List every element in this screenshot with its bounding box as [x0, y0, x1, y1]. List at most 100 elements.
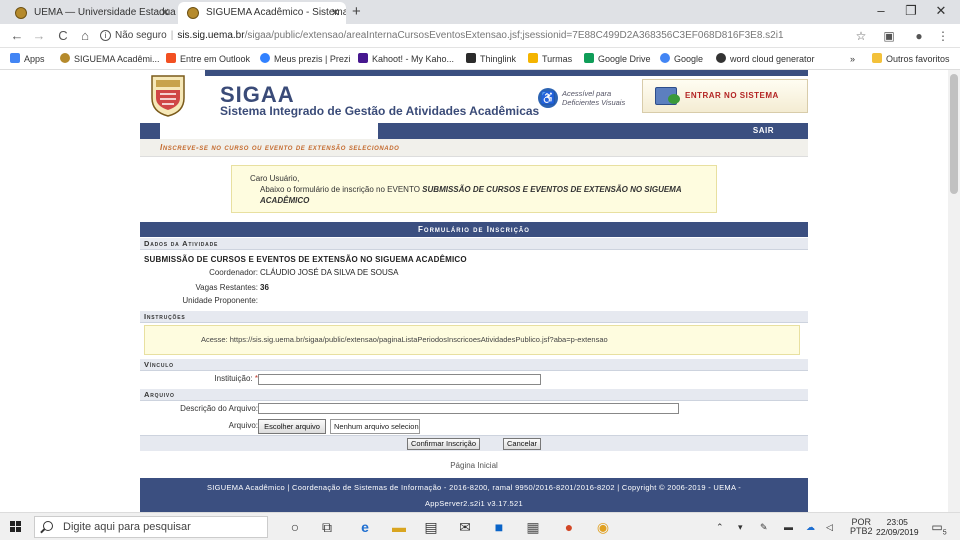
- choose-file-button[interactable]: Escolher arquivo: [258, 419, 326, 434]
- info-icon[interactable]: i: [100, 30, 111, 41]
- battery-icon[interactable]: ▬: [784, 523, 793, 532]
- tab-siguema[interactable]: SIGUEMA Acadêmico - Sistema In ✕: [178, 2, 346, 24]
- siguema-favicon-icon: [187, 7, 199, 19]
- clock[interactable]: 23:05 22/09/2019: [876, 517, 919, 537]
- section-file: Arquivo: [140, 389, 808, 401]
- bookmark-kahoot[interactable]: Kahoot! - My Kaho...: [358, 52, 454, 66]
- form-actions: Confirmar Inscrição Cancelar: [140, 435, 808, 451]
- bookmark-thinglink[interactable]: Thinglink: [466, 52, 516, 66]
- bookmark-google-drive[interactable]: Google Drive: [584, 52, 651, 66]
- task-view-icon[interactable]: ⧉: [318, 518, 336, 536]
- tray-chevron-icon[interactable]: ⌃: [716, 523, 724, 532]
- remote-icon[interactable]: ▦: [524, 518, 542, 536]
- home-link[interactable]: Página Inicial: [140, 461, 808, 470]
- store-icon[interactable]: ▤: [422, 518, 440, 536]
- network-icon[interactable]: ▾: [738, 523, 743, 532]
- prezi-icon: [260, 53, 270, 63]
- section-link: Vínculo: [140, 359, 808, 371]
- maximize-button[interactable]: ❐: [896, 0, 926, 24]
- scrollbar[interactable]: [948, 70, 960, 512]
- cancel-button[interactable]: Cancelar: [503, 438, 542, 450]
- vacancies-label: Vagas Restantes:: [195, 283, 258, 292]
- uema-favicon-icon: [15, 7, 27, 19]
- page-viewport: SIGAA Sistema Integrado de Gestão de Ati…: [0, 70, 960, 512]
- edge-icon[interactable]: e: [356, 518, 374, 536]
- bookmarks-bar: Apps SIGUEMA Acadêmi... Entre em Outlook…: [0, 48, 960, 70]
- bookmarks-overflow[interactable]: »: [850, 52, 855, 66]
- sigaa-page: SIGAA Sistema Integrado de Gestão de Ati…: [140, 70, 808, 512]
- institution-input[interactable]: [258, 374, 541, 385]
- coordinator-label: Coordenador:: [209, 268, 258, 277]
- section-activity: Dados da Atividade: [140, 238, 808, 250]
- login-icon: [655, 87, 680, 105]
- volume-icon[interactable]: ◁: [826, 523, 833, 532]
- tab-title: UEMA — Universidade Estadual d: [34, 7, 176, 18]
- reload-button[interactable]: C: [54, 27, 72, 45]
- url-path: /sigaa/public/extensao/areaInternaCursos…: [244, 30, 784, 41]
- footer-line-2: AppServer2.s2i1 v3.17.521: [425, 499, 523, 508]
- unit-row: Unidade Proponente:: [140, 294, 808, 308]
- vacancies-row: Vagas Restantes: 36: [140, 281, 808, 295]
- clock-time: 23:05: [886, 517, 908, 527]
- site-header: SIGAA Sistema Integrado de Gestão de Ati…: [140, 70, 808, 123]
- address-bar-row: ← → C ⌂ i Não seguro | sis.sig.uema.br/siga…: [0, 24, 960, 48]
- extension-icon[interactable]: ▣: [880, 27, 898, 45]
- cortana-icon[interactable]: ○: [286, 518, 304, 536]
- drive-icon: [584, 53, 594, 63]
- file-description-input[interactable]: [258, 403, 679, 414]
- classroom-icon: [528, 53, 538, 63]
- tab-uema[interactable]: UEMA — Universidade Estadual d ✕: [6, 2, 176, 24]
- scrollbar-thumb[interactable]: [950, 74, 958, 194]
- chrome-icon[interactable]: ◉: [594, 518, 612, 536]
- login-label: ENTRAR NO SISTEMA: [685, 91, 779, 100]
- security-label: Não seguro: [115, 30, 167, 41]
- coordinator-value: CLÁUDIO JOSÉ DA SILVA DE SOUSA: [260, 268, 399, 277]
- bookmark-turmas[interactable]: Turmas: [528, 52, 572, 66]
- bookmark-siguema[interactable]: SIGUEMA Acadêmi...: [60, 52, 160, 66]
- url-host: sis.sig.uema.br: [177, 30, 245, 41]
- new-tab-button[interactable]: +: [352, 2, 361, 22]
- powerpoint-icon[interactable]: ●: [560, 518, 578, 536]
- profile-icon[interactable]: ●: [910, 27, 928, 45]
- input-language[interactable]: POR PTB2: [850, 518, 873, 536]
- pen-icon[interactable]: ✎: [760, 523, 768, 532]
- mail-icon[interactable]: ✉: [456, 518, 474, 536]
- explorer-icon[interactable]: ▬: [390, 518, 408, 536]
- coordinator-row: Coordenador: CLÁUDIO JOSÉ DA SILVA DE SO…: [140, 266, 808, 280]
- bookmark-prezi[interactable]: Meus prezis | Prezi: [260, 52, 350, 66]
- kahoot-icon: [358, 53, 368, 63]
- section-instructions: Instruções: [140, 311, 808, 323]
- close-icon[interactable]: ✕: [161, 2, 170, 24]
- onedrive-icon[interactable]: ☁: [806, 523, 815, 532]
- confirm-button[interactable]: Confirmar Inscrição: [407, 438, 481, 450]
- login-button[interactable]: ENTRAR NO SISTEMA: [642, 79, 808, 113]
- taskbar-search-input[interactable]: Digite aqui para pesquisar: [34, 516, 268, 538]
- menu-icon[interactable]: ⋮: [934, 27, 952, 45]
- notification-icon[interactable]: ▭5: [930, 518, 948, 536]
- tab-title: SIGUEMA Acadêmico - Sistema In: [206, 7, 346, 18]
- logout-link[interactable]: SAIR: [753, 123, 774, 139]
- close-window-button[interactable]: ✕: [926, 0, 956, 24]
- close-icon[interactable]: ✕: [331, 2, 340, 24]
- bookmark-outlook[interactable]: Entre em Outlook: [166, 52, 250, 66]
- url-field[interactable]: i Não seguro | sis.sig.uema.br/sigaa/public…: [100, 27, 840, 45]
- minimize-button[interactable]: –: [866, 0, 896, 24]
- site-footer: SIGUEMA Acadêmico | Coordenação de Siste…: [140, 478, 808, 512]
- bookmark-apps[interactable]: Apps: [10, 52, 45, 66]
- uema-crest-logo: [151, 75, 185, 117]
- brand-subtitle: Sistema Integrado de Gestão de Atividade…: [220, 104, 540, 118]
- back-button[interactable]: ←: [8, 27, 26, 45]
- bookmark-word-cloud[interactable]: word cloud generator: [716, 52, 815, 66]
- activity-title: SUBMISSÃO DE CURSOS E EVENTOS DE EXTENSÃ…: [144, 255, 467, 264]
- bookmark-google[interactable]: Google: [660, 52, 703, 66]
- outlook-icon[interactable]: ■: [490, 518, 508, 536]
- clock-date: 22/09/2019: [876, 527, 919, 537]
- header-top-strip: [205, 70, 808, 76]
- home-button[interactable]: ⌂: [76, 27, 94, 45]
- accessibility-link[interactable]: ♿ Acessível para Deficientes Visuais: [538, 88, 646, 110]
- windows-start-icon[interactable]: [10, 521, 22, 533]
- forward-button[interactable]: →: [30, 27, 48, 45]
- bookmark-other-favorites[interactable]: Outros favoritos: [872, 52, 950, 66]
- breadcrumb-text: Inscreve-se no curso ou evento de extens…: [160, 143, 400, 152]
- bookmark-star-icon[interactable]: ☆: [852, 27, 870, 45]
